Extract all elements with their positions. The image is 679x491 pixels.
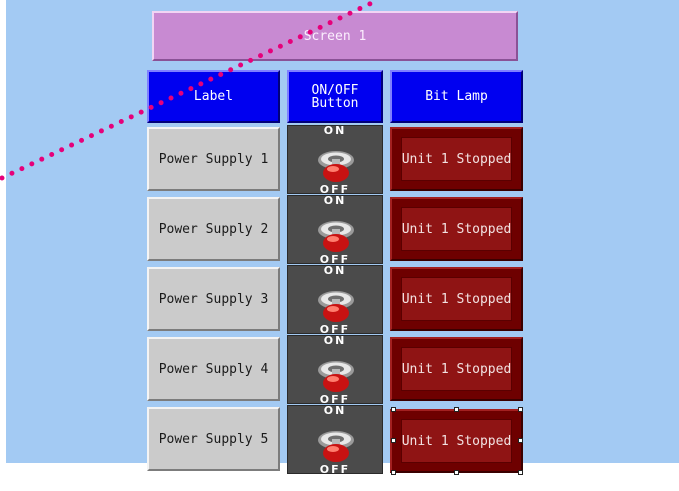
selection-handle[interactable]: [518, 470, 523, 475]
header-button-line1: ON/OFF: [311, 82, 359, 98]
header-button-line2: Button: [311, 95, 359, 111]
hmi-editor-canvas: Screen 1 Label ON/OFF Button Bit Lamp Po…: [0, 0, 679, 491]
bit-lamp-4[interactable]: Unit 1 Stopped: [390, 337, 523, 401]
switch-on-label: ON: [323, 334, 347, 347]
switch-on-label: ON: [323, 194, 347, 207]
bit-lamp-text: Unit 1 Stopped: [401, 361, 512, 377]
power-supply-label-text: Power Supply 5: [158, 431, 269, 447]
onoff-switch-5[interactable]: ON OFF: [287, 404, 383, 476]
bit-lamp-1[interactable]: Unit 1 Stopped: [390, 127, 523, 191]
header-label-text: Label: [193, 89, 234, 104]
selection-handle[interactable]: [454, 470, 459, 475]
header-label[interactable]: Label: [147, 70, 280, 123]
power-supply-label-2[interactable]: Power Supply 2: [147, 197, 280, 261]
onoff-switch-1[interactable]: ON OFF: [287, 124, 383, 195]
onoff-switch-2[interactable]: ON OFF: [287, 194, 383, 265]
switch-on-label: ON: [323, 264, 347, 277]
bit-lamp-text: Unit 1 Stopped: [401, 151, 512, 167]
screen-title-text: Screen 1: [303, 28, 367, 44]
power-supply-label-5[interactable]: Power Supply 5: [147, 407, 280, 471]
power-supply-label-4[interactable]: Power Supply 4: [147, 337, 280, 401]
bit-lamp-text: Unit 1 Stopped: [401, 221, 512, 237]
bit-lamp-3[interactable]: Unit 1 Stopped: [390, 267, 523, 331]
selection-handle[interactable]: [454, 407, 459, 412]
header-bit-lamp[interactable]: Bit Lamp: [390, 70, 523, 123]
header-lamp-text: Bit Lamp: [425, 89, 488, 104]
power-supply-label-text: Power Supply 2: [158, 221, 269, 237]
switch-off-label: OFF: [319, 463, 351, 476]
power-supply-label-text: Power Supply 3: [158, 291, 269, 307]
switch-on-label: ON: [323, 124, 347, 137]
switch-on-label: ON: [323, 404, 347, 417]
bit-lamp-5-selected[interactable]: Unit 1 Stopped: [390, 409, 523, 473]
selection-handle[interactable]: [391, 470, 396, 475]
selection-handle[interactable]: [391, 407, 396, 412]
power-supply-label-1[interactable]: Power Supply 1: [147, 127, 280, 191]
selection-handle[interactable]: [518, 407, 523, 412]
power-supply-label-text: Power Supply 4: [158, 361, 269, 377]
toggle-switch-icon: [318, 361, 354, 392]
bit-lamp-text: Unit 1 Stopped: [401, 433, 512, 449]
toggle-switch-icon: [318, 291, 354, 322]
selection-handle[interactable]: [391, 438, 396, 443]
bit-lamp-text: Unit 1 Stopped: [401, 291, 512, 307]
selection-handle[interactable]: [518, 438, 523, 443]
toggle-switch-icon: [318, 221, 354, 252]
power-supply-label-text: Power Supply 1: [158, 151, 269, 167]
header-onoff-button[interactable]: ON/OFF Button: [287, 70, 383, 123]
onoff-switch-4[interactable]: ON OFF: [287, 334, 383, 405]
bit-lamp-2[interactable]: Unit 1 Stopped: [390, 197, 523, 261]
screen-title[interactable]: Screen 1: [152, 11, 518, 61]
toggle-switch-icon: [318, 431, 354, 462]
toggle-switch-icon: [318, 151, 354, 182]
onoff-switch-3[interactable]: ON OFF: [287, 264, 383, 335]
power-supply-label-3[interactable]: Power Supply 3: [147, 267, 280, 331]
